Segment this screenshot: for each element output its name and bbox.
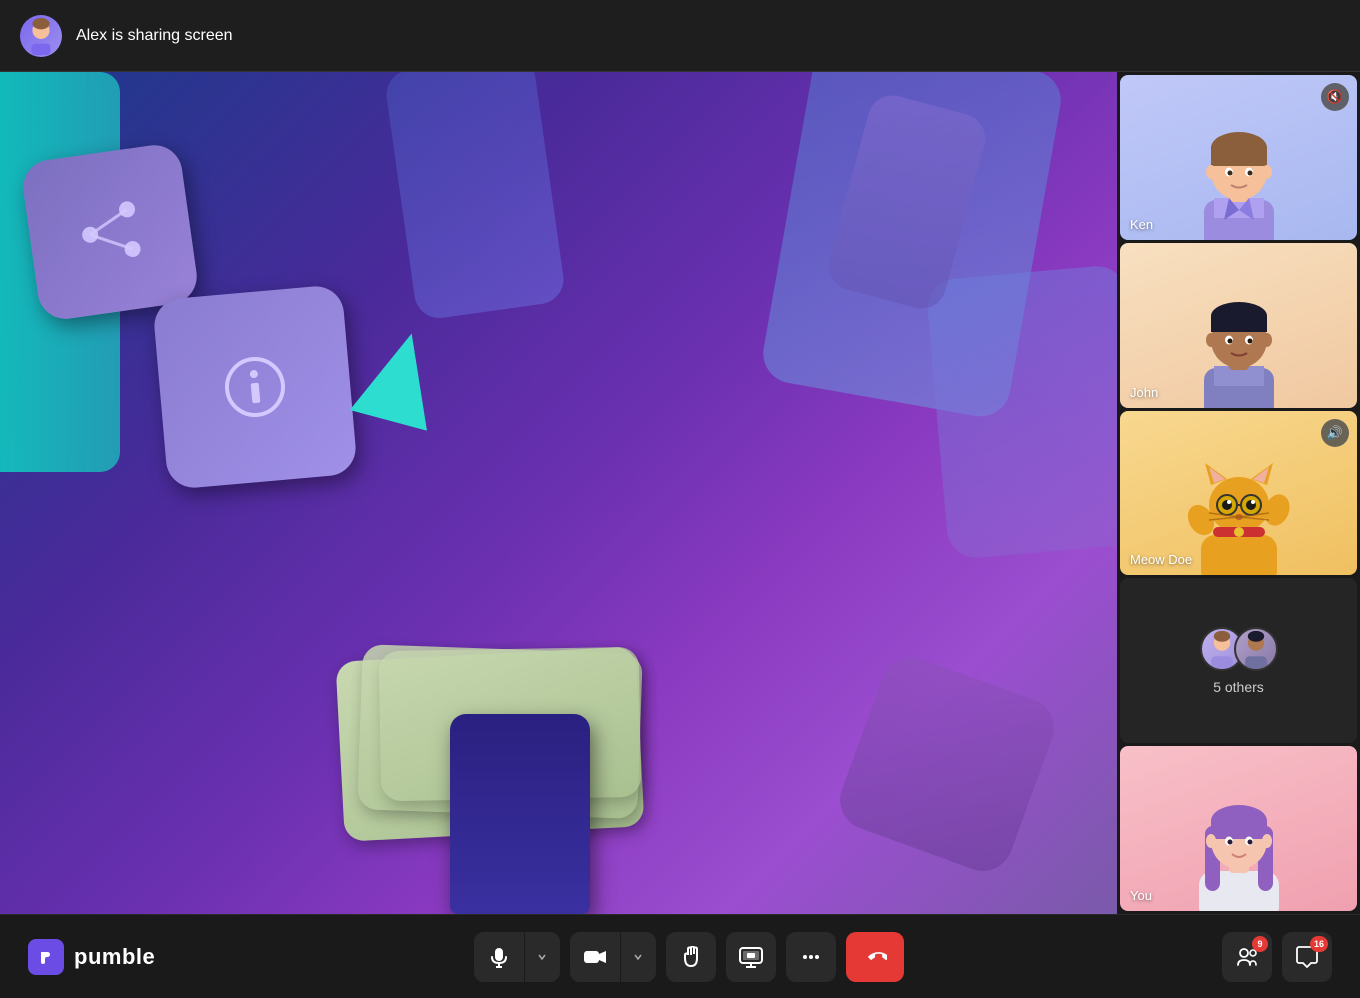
participant-name-john: John: [1130, 385, 1158, 400]
info-card: [152, 284, 358, 490]
mute-badge-ken: 🔇: [1321, 83, 1349, 111]
chat-badge: 16: [1310, 936, 1328, 952]
participant-name-ken: Ken: [1130, 217, 1153, 232]
toolbar-right: 9 16: [1222, 932, 1332, 982]
mic-control-group: [474, 932, 560, 982]
screen-share-area: [0, 72, 1117, 914]
speaking-badge-meow: 🔊: [1321, 419, 1349, 447]
main-content: 🔇 Ken: [0, 72, 1360, 914]
side-panel: 🔇 Ken: [1117, 72, 1360, 914]
camera-control-group: [570, 932, 656, 982]
participant-tile-john: John: [1120, 243, 1357, 408]
participants-button[interactable]: 9: [1222, 932, 1272, 982]
bg-purple-shape: [832, 649, 1063, 880]
participants-badge: 9: [1252, 936, 1268, 952]
participant-tile-others: 5 others: [1120, 578, 1357, 743]
share-card: [20, 142, 201, 323]
teal-shape: [350, 323, 451, 431]
end-call-button[interactable]: [846, 932, 904, 982]
avatar: [20, 15, 62, 57]
more-options-button[interactable]: [786, 932, 836, 982]
brand-logo: [28, 939, 64, 975]
participant-name-you: You: [1130, 888, 1152, 903]
screen-share-button[interactable]: [726, 932, 776, 982]
camera-button[interactable]: [570, 932, 620, 982]
participant-tile-ken: 🔇 Ken: [1120, 75, 1357, 240]
dark-folder: [450, 714, 590, 914]
others-count: 5 others: [1213, 679, 1264, 695]
raise-hand-button[interactable]: [666, 932, 716, 982]
others-avatars: [1200, 627, 1278, 671]
participant-tile-you: You: [1120, 746, 1357, 911]
mic-button[interactable]: [474, 932, 524, 982]
bg-shape-2: [925, 264, 1117, 560]
participant-name-meow: Meow Doe: [1130, 552, 1192, 567]
brand-name: pumble: [74, 944, 155, 970]
mic-dropdown-button[interactable]: [524, 932, 560, 982]
bg-chair-2: [383, 72, 566, 321]
top-bar: Alex is sharing screen: [0, 0, 1360, 72]
toolbar-controls: [474, 932, 904, 982]
others-avatar-2: [1234, 627, 1278, 671]
brand: pumble: [28, 939, 155, 975]
bottom-toolbar: pumble: [0, 914, 1360, 998]
chat-button[interactable]: 16: [1282, 932, 1332, 982]
camera-dropdown-button[interactable]: [620, 932, 656, 982]
screen-share-visual: [0, 72, 1117, 914]
participant-tile-meow: 🔊 Meow Doe: [1120, 411, 1357, 576]
sharing-status-text: Alex is sharing screen: [76, 27, 233, 45]
